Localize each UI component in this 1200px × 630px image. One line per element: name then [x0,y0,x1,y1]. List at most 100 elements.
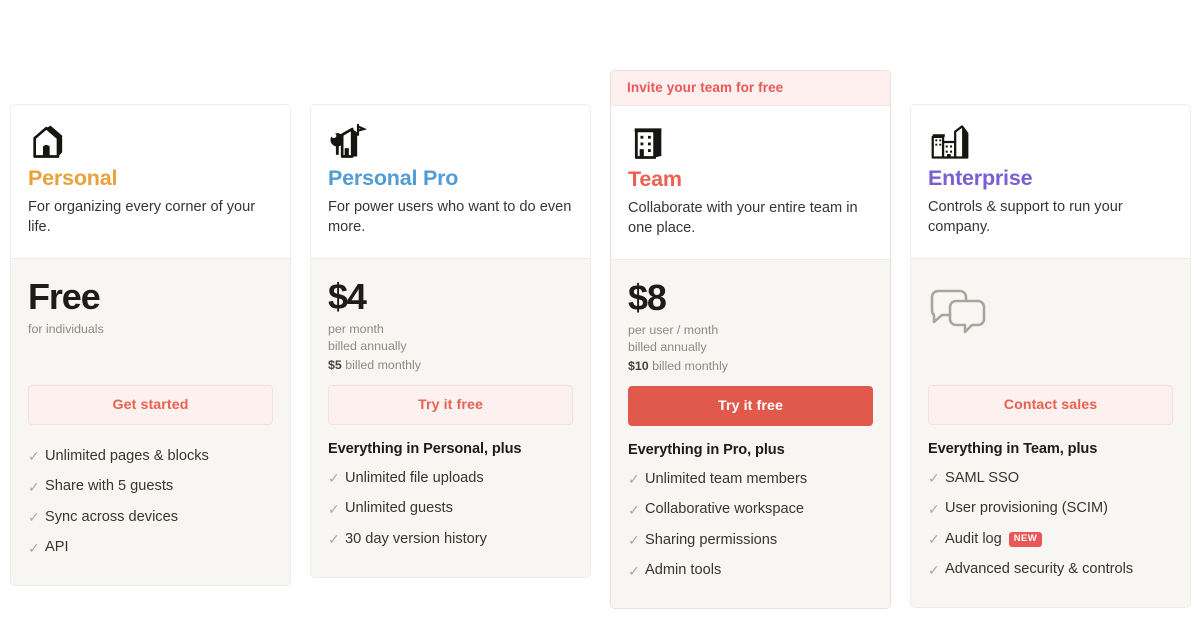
feature-label: Unlimited team members [645,470,808,487]
plan-description: Controls & support to run your company. [928,198,1123,236]
card-body: $4 per month billed annually $5 billed mont… [311,259,590,577]
pricing-card-team: Invite your team for free Team Collaborate… [610,70,891,610]
feature-label: API [45,539,69,556]
feature-label: Audit log [945,530,1002,547]
feature-item: ✓ Unlimited team members [628,464,873,495]
plan-price: $4 [328,276,367,318]
check-icon: ✓ [928,561,940,578]
check-icon: ✓ [628,471,640,488]
price-block: $4 per month billed annually $5 billed mont… [328,279,573,385]
feature-label: Sharing permissions [645,531,778,548]
pricing-card-personal-pro: Personal Pro For power users who want to … [310,104,591,578]
monthly-price-amount: $10 [628,359,649,374]
pricing-page: Personal For organizing every corner of y… [0,0,1200,630]
plan-description: For power users who want to do even more… [328,198,572,236]
card-header: Team Collaborate with your entire team in… [611,106,890,261]
plan-price: Free [28,276,101,318]
check-icon: ✓ [328,470,340,487]
feature-item: ✓ Admin tools [628,556,873,587]
feature-label: Unlimited guests [345,500,453,517]
feature-label: User provisioning (SCIM) [945,500,1109,517]
price-period-line: billed annually [628,339,707,354]
feature-item: ✓ Unlimited file uploads [328,463,573,494]
check-icon: ✓ [328,500,340,517]
feature-label: 30 day version history [345,530,487,547]
card-body: Contact sales Everything in Team, plus ✓ SA… [911,259,1190,608]
check-icon: ✓ [28,509,40,526]
check-icon: ✓ [28,448,40,465]
feature-item: ✓ Collaborative workspace [628,495,873,526]
feature-list-heading: Everything in Personal, plus [328,441,522,458]
card-header: Enterprise Controls & support to run your… [911,105,1190,260]
plan-name: Enterprise [928,166,1033,190]
feature-item: ✓ 30 day version history [328,524,573,555]
plan-description: For organizing every corner of your life… [28,198,256,236]
check-icon: ✓ [28,478,40,495]
check-icon: ✓ [928,500,940,517]
feature-list-heading: Everything in Team, plus [928,441,1098,458]
feature-item: ✓ Unlimited pages & blocks [28,441,273,472]
feature-label: SAML SSO [945,469,1020,486]
feature-item: ✓ SAML SSO [928,463,1173,494]
price-period-line: per month [328,322,384,337]
cta-button[interactable]: Get started [28,385,273,426]
office-building-icon [628,124,873,162]
feature-list: ✓ Unlimited pages & blocks ✓ Share with 5 g… [28,441,273,563]
price-monthly-note: $5 billed monthly [328,357,573,374]
monthly-price-amount: $5 [328,358,342,373]
check-icon: ✓ [628,562,640,579]
feature-item: ✓ Unlimited guests [328,494,573,525]
feature-list-heading: Everything in Pro, plus [628,442,785,459]
house-with-tree-icon [328,123,573,161]
card-promo-banner: Invite your team for free [611,71,890,106]
price-monthly-note: $10 billed monthly [628,358,873,375]
price-period-line: billed annually [328,338,407,353]
check-icon: ✓ [628,532,640,549]
cta-button[interactable]: Try it free [628,386,873,427]
check-icon: ✓ [928,470,940,487]
feature-list: ✓ Unlimited file uploads ✓ Unlimited guests… [328,463,573,555]
price-block: $8 per user / month billed annually $10 bil… [628,280,873,386]
cta-button[interactable]: Try it free [328,385,573,426]
pricing-card-grid: Personal For organizing every corner of y… [10,70,1192,610]
check-icon: ✓ [28,539,40,556]
check-icon: ✓ [628,501,640,518]
card-header: Personal Pro For power users who want to … [311,105,590,260]
plan-name: Personal Pro [328,166,459,190]
card-body: Free for individuals Get started ✓ Unlimited… [11,259,290,586]
pricing-card-enterprise: Enterprise Controls & support to run your… [910,104,1191,609]
feature-item: ✓ Share with 5 guests [28,472,273,503]
feature-list: ✓ Unlimited team members ✓ Collaborative wo… [628,464,873,586]
monthly-price-label: billed monthly [341,358,421,373]
feature-label: Unlimited file uploads [345,469,484,486]
feature-item: ✓ Sync across devices [28,502,273,533]
card-header: Personal For organizing every corner of y… [11,105,290,260]
feature-item: ✓ Sharing permissions [628,525,873,556]
check-icon: ✓ [328,531,340,548]
card-body: $8 per user / month billed annually $10 bil… [611,260,890,609]
feature-label: Sync across devices [45,508,179,525]
check-icon: ✓ [928,531,940,548]
plan-description: Collaborate with your entire team in one… [628,199,858,237]
plan-name: Personal [28,166,118,190]
city-buildings-icon [928,123,1173,161]
monthly-price-label: billed monthly [648,359,728,374]
feature-label: Advanced security & controls [945,561,1134,578]
feature-label: Unlimited pages & blocks [45,447,209,464]
price-block: Free for individuals [28,279,273,385]
feature-item: ✓ API [28,533,273,564]
feature-label: Collaborative workspace [645,501,804,518]
cta-button[interactable]: Contact sales [928,385,1173,426]
feature-label: Admin tools [645,562,722,579]
chat-bubbles-icon [928,279,1173,385]
feature-item: ✓ Advanced security & controls [928,555,1173,586]
house-icon [28,123,273,161]
feature-item: ✓ Audit log NEW [928,524,1173,555]
feature-label: Share with 5 guests [45,478,174,495]
feature-item: ✓ User provisioning (SCIM) [928,494,1173,525]
price-note: for individuals [28,322,104,337]
feature-list: ✓ SAML SSO ✓ User provisioning (SCIM) ✓ Audit… [928,463,1173,585]
price-period-line: per user / month [628,323,719,338]
new-badge: NEW [1008,532,1043,547]
pricing-card-personal: Personal For organizing every corner of y… [10,104,291,587]
